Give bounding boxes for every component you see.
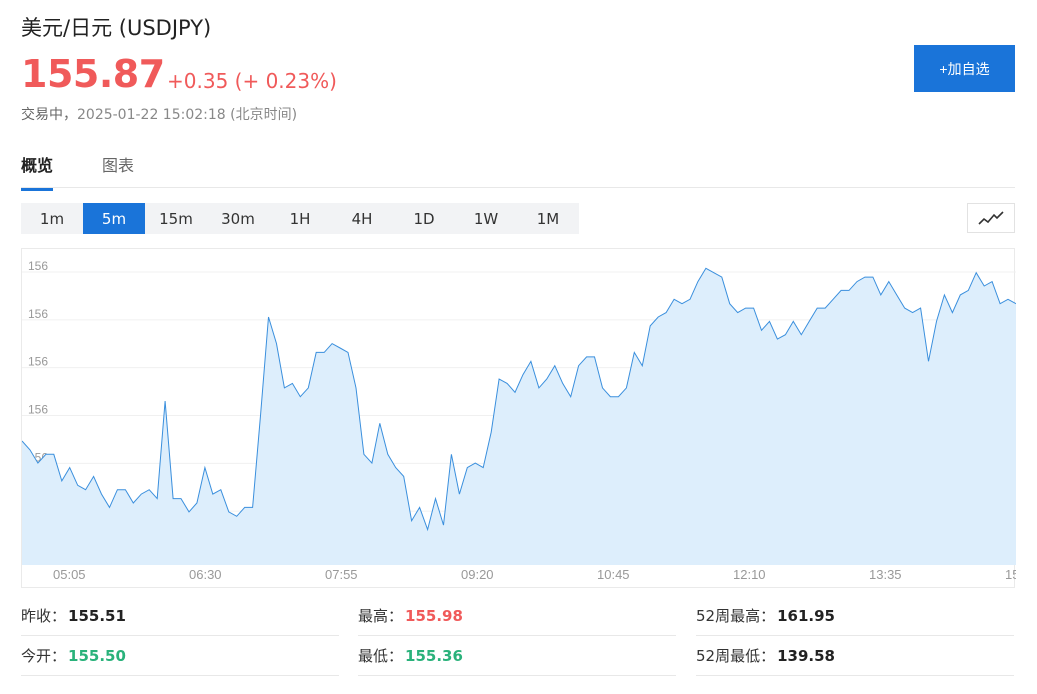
chart-type-toggle[interactable] xyxy=(967,203,1015,233)
stat-prev-close: 昨收： 155.51 xyxy=(21,596,339,636)
stat-label: 52周最高： xyxy=(696,607,776,625)
period-4h[interactable]: 4H xyxy=(331,203,393,234)
instrument-title: 美元/日元 (USDJPY) xyxy=(21,16,212,40)
period-30m[interactable]: 30m xyxy=(207,203,269,234)
stat-value: 139.58 xyxy=(777,646,835,665)
status-timestamp: 2025-01-22 15:02:18 (北京时间) xyxy=(77,107,298,123)
period-1m[interactable]: 1m xyxy=(21,203,83,234)
stat-52w-low: 52周最低： 139.58 xyxy=(696,636,1014,676)
y-tick-label: 156 xyxy=(28,403,48,417)
stat-label: 最高： xyxy=(358,607,404,625)
stat-value: 155.50 xyxy=(68,646,126,665)
stat-value: 155.51 xyxy=(68,606,126,625)
stat-value: 155.36 xyxy=(405,646,463,665)
period-1w[interactable]: 1W xyxy=(455,203,517,234)
y-tick-label: 156 xyxy=(28,355,48,369)
x-tick-label: 09:20 xyxy=(461,567,494,582)
line-chart-icon xyxy=(978,211,1004,225)
x-tick-label: 12:10 xyxy=(733,567,766,582)
price-chart[interactable]: 15615615615615615515505:0506:3007:5509:2… xyxy=(21,248,1016,588)
period-5m[interactable]: 5m xyxy=(83,203,145,234)
stat-label: 今开： xyxy=(21,647,67,665)
x-tick-label: 10:45 xyxy=(597,567,630,582)
period-selector: 1m 5m 15m 30m 1H 4H 1D 1W 1M xyxy=(21,203,579,234)
stat-52w-high: 52周最高： 161.95 xyxy=(696,596,1014,636)
x-tick-label: 06:30 xyxy=(189,567,222,582)
trading-status: 交易中，2025-01-22 15:02:18 (北京时间) xyxy=(21,104,297,124)
stat-label: 昨收： xyxy=(21,607,67,625)
stat-value: 155.98 xyxy=(405,606,463,625)
x-tick-label: 07:55 xyxy=(325,567,358,582)
period-15m[interactable]: 15m xyxy=(145,203,207,234)
stat-label: 最低： xyxy=(358,647,404,665)
stat-open: 今开： 155.50 xyxy=(21,636,339,676)
x-tick-label: 05:05 xyxy=(53,567,86,582)
stat-high: 最高： 155.98 xyxy=(358,596,676,636)
price-chart-svg: 15615615615615615515505:0506:3007:5509:2… xyxy=(22,259,1016,582)
stat-value: 161.95 xyxy=(777,606,835,625)
tab-bar: 概览 图表 xyxy=(21,152,1015,191)
price-area xyxy=(22,268,1016,565)
y-tick-label: 156 xyxy=(28,307,48,321)
add-watchlist-button[interactable]: +加自选 xyxy=(914,45,1015,92)
stat-low: 最低： 155.36 xyxy=(358,636,676,676)
x-tick-label: 13:35 xyxy=(869,567,902,582)
tab-overview[interactable]: 概览 xyxy=(21,152,54,191)
current-price: 155.87 xyxy=(21,52,165,96)
period-1h[interactable]: 1H xyxy=(269,203,331,234)
stat-label: 52周最低： xyxy=(696,647,776,665)
period-1mo[interactable]: 1M xyxy=(517,203,579,234)
period-1d[interactable]: 1D xyxy=(393,203,455,234)
tab-chart[interactable]: 图表 xyxy=(102,152,134,188)
status-label: 交易中， xyxy=(21,107,77,123)
y-tick-label: 156 xyxy=(28,259,48,273)
x-tick-label: 15:0 xyxy=(1005,567,1016,582)
price-change: +0.35 (+ 0.23%) xyxy=(167,69,337,93)
